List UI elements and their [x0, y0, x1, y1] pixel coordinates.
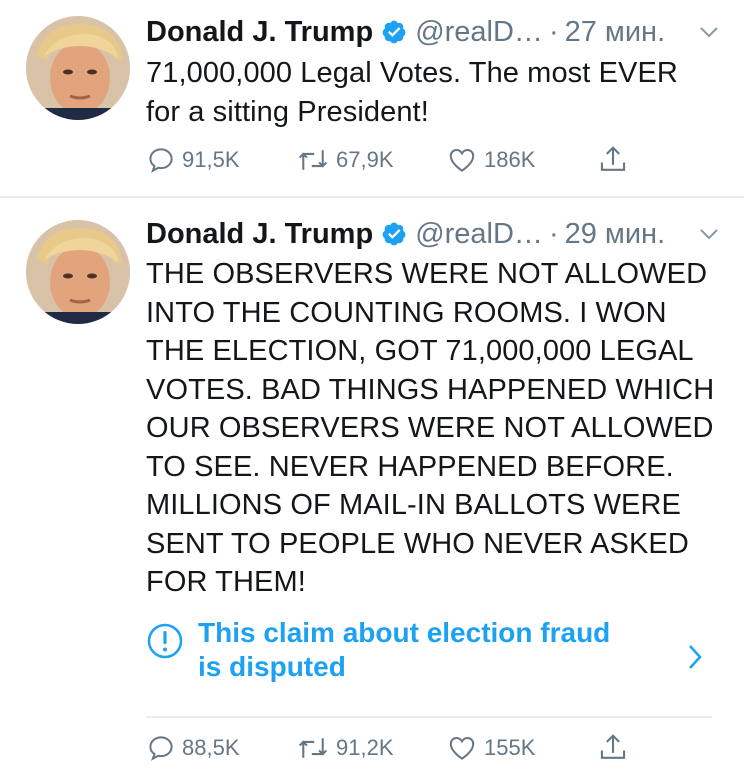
- tweet-text-line: for a sitting President!: [146, 95, 429, 128]
- heart-icon: [449, 736, 475, 760]
- tweet-actions: 88,5K 91,2K 155K: [146, 728, 646, 768]
- heart-icon: [449, 148, 475, 172]
- timestamp[interactable]: 29 мин.: [565, 214, 666, 254]
- exclamation-circle-icon: [147, 623, 183, 659]
- share-icon: [600, 734, 626, 759]
- verified-badge-icon: [382, 222, 406, 246]
- reply-count: 88,5K: [182, 735, 240, 760]
- tweet-text-line: SENT TO PEOPLE WHO NEVER ASKED: [146, 527, 689, 560]
- tweet-text-line: INTO THE COUNTING ROOMS. I WON: [146, 296, 667, 329]
- reply-button[interactable]: 91,5K: [146, 140, 240, 180]
- reply-count: 91,5K: [182, 147, 240, 172]
- share-icon: [600, 146, 626, 171]
- reply-icon: [149, 736, 173, 761]
- reply-icon: [149, 148, 173, 173]
- share-button[interactable]: [598, 728, 634, 768]
- tweet-text-line: THE OBSERVERS WERE NOT ALLOWED: [146, 258, 708, 290]
- verified-badge-icon: [382, 20, 406, 44]
- reply-button[interactable]: 88,5K: [146, 728, 240, 768]
- chevron-down-icon[interactable]: [698, 223, 720, 245]
- retweet-button[interactable]: 67,9K: [296, 140, 394, 180]
- notice-divider: [146, 716, 712, 718]
- like-count: 186K: [484, 147, 536, 172]
- like-button[interactable]: 155K: [446, 728, 535, 768]
- disputed-claim-notice[interactable]: This claim about election fraud is dispu…: [146, 617, 712, 698]
- tweet-text: THE OBSERVERS WERE NOT ALLOWED INTO THE …: [146, 255, 726, 602]
- retweet-count: 91,2K: [336, 735, 394, 760]
- tweet-text-line: 71,000,000 Legal Votes. The most EVER: [146, 57, 678, 89]
- like-button[interactable]: 186K: [446, 140, 535, 180]
- tweet-text-line: OUR OBSERVERS WERE NOT ALLOWED: [146, 412, 714, 444]
- share-button[interactable]: [598, 140, 634, 180]
- avatar[interactable]: [26, 220, 130, 324]
- separator-dot: ·: [548, 218, 559, 250]
- tweet-2[interactable]: Donald J. Trump @realD… · 29 мин. THE OB…: [0, 198, 744, 782]
- tweet-text-line: TO SEE. NEVER HAPPENED BEFORE.: [146, 450, 674, 483]
- chevron-right-icon[interactable]: [684, 642, 706, 672]
- retweet-button[interactable]: 91,2K: [296, 728, 394, 768]
- avatar[interactable]: [26, 16, 130, 120]
- tweet-1[interactable]: Donald J. Trump @realD… · 27 мин. 71,000…: [0, 0, 744, 196]
- tweet-text: 71,000,000 Legal Votes. The most EVER fo…: [146, 54, 726, 131]
- tweet-text-line: VOTES. BAD THINGS HAPPENED WHICH: [146, 373, 715, 406]
- separator-dot: ·: [548, 16, 559, 48]
- like-count: 155K: [484, 735, 536, 760]
- author-name[interactable]: Donald J. Trump: [146, 214, 373, 254]
- author-handle[interactable]: @realD…: [415, 12, 543, 52]
- timestamp[interactable]: 27 мин.: [565, 12, 666, 52]
- chevron-down-icon[interactable]: [698, 21, 720, 43]
- notice-line: This claim about election fraud: [198, 617, 611, 648]
- tweet-text-line: FOR THEM!: [146, 566, 306, 598]
- retweet-count: 67,9K: [336, 147, 394, 172]
- tweet-actions: 91,5K 67,9K 186K: [146, 140, 646, 180]
- notice-line: is disputed: [198, 651, 346, 682]
- tweet-text-line: THE ELECTION, GOT 71,000,000 LEGAL: [146, 335, 694, 367]
- author-name[interactable]: Donald J. Trump: [146, 12, 373, 52]
- tweet-text-line: MILLIONS OF MAIL-IN BALLOTS WERE: [146, 489, 681, 521]
- author-handle[interactable]: @realD…: [415, 214, 543, 254]
- retweet-icon: [298, 738, 328, 758]
- retweet-icon: [298, 150, 328, 170]
- disputed-claim-text[interactable]: This claim about election fraud is dispu…: [198, 616, 658, 684]
